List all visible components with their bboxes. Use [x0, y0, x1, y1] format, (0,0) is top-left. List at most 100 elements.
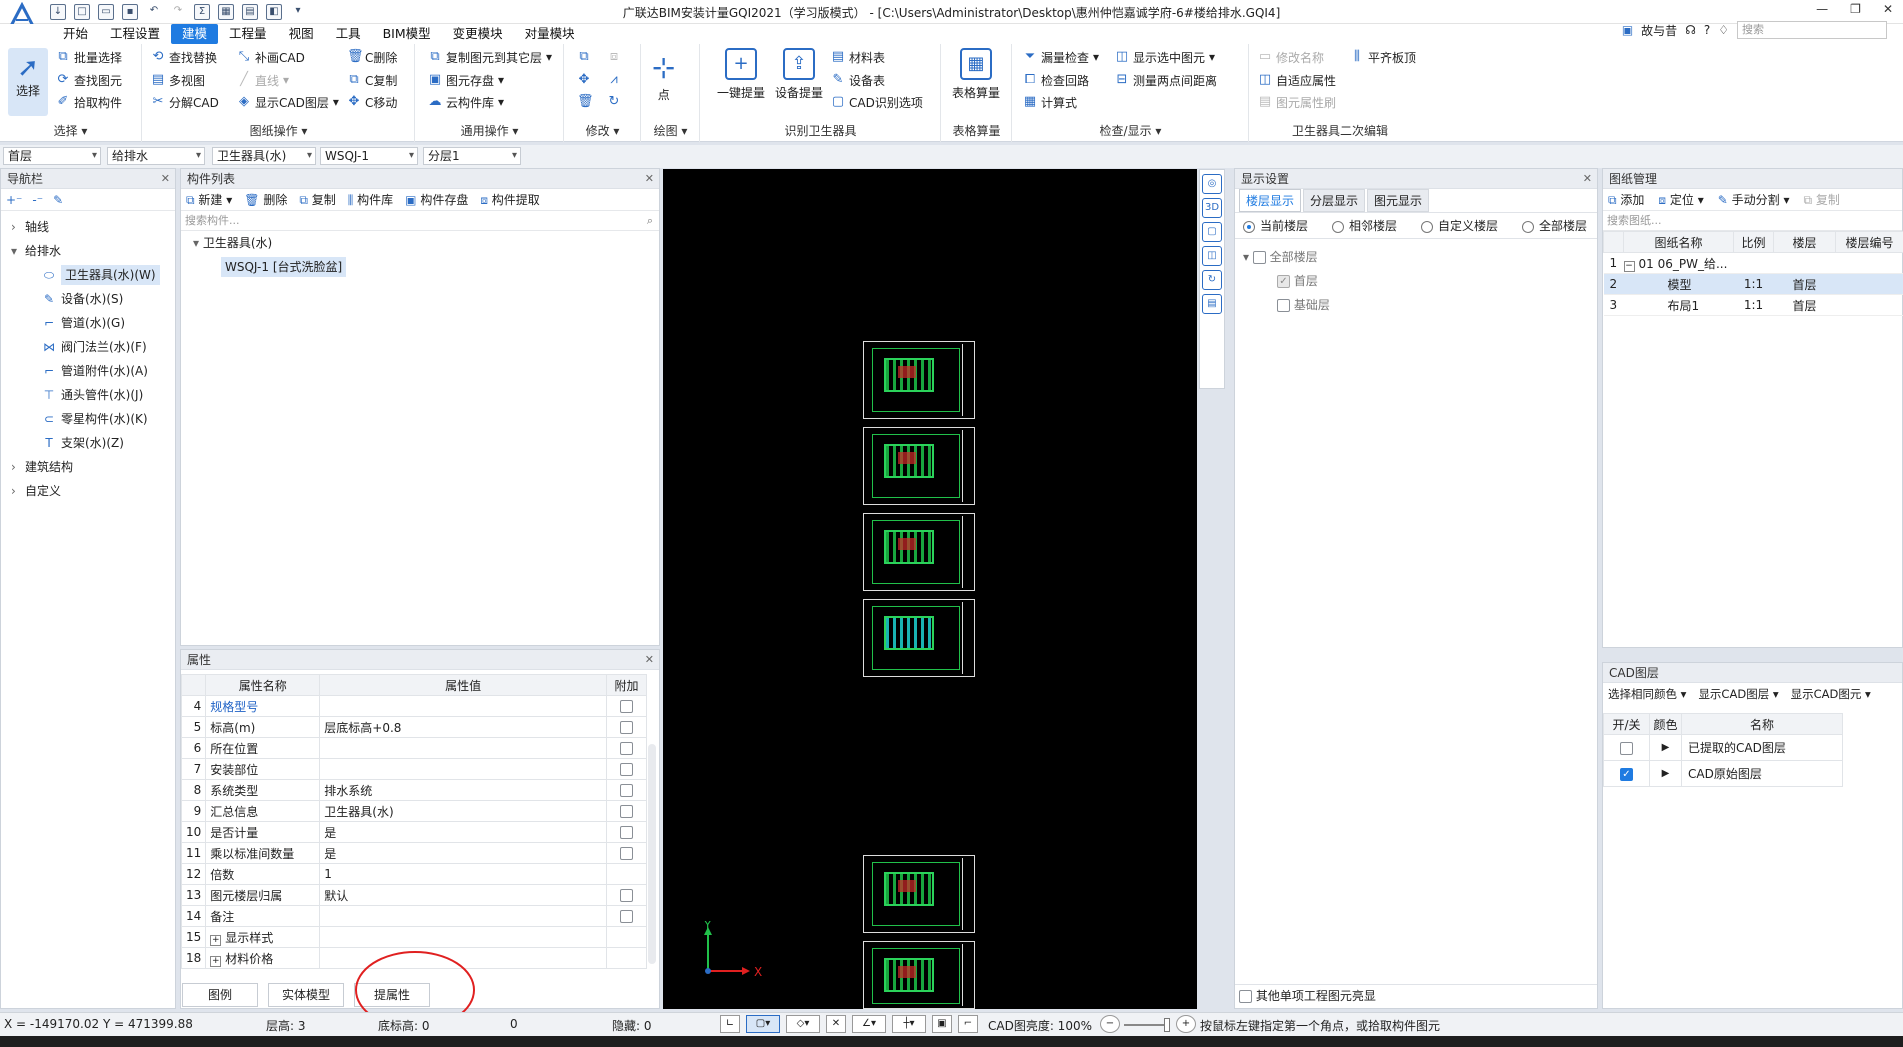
legend-tab[interactable]: 图例 — [182, 983, 258, 1007]
cross-icon[interactable]: ✕ — [826, 1015, 846, 1033]
drawing-sheet[interactable] — [863, 341, 975, 419]
batch-select-button[interactable]: ⧉ 批量选择 — [56, 47, 122, 67]
property-row[interactable]: 13 图元楼层归属 默认 — [180, 884, 647, 906]
3d-view-icon[interactable]: 3D — [1202, 198, 1222, 218]
polar-icon[interactable]: ⌐ — [958, 1015, 978, 1033]
global-search-input[interactable]: 搜索 — [1737, 21, 1887, 39]
cube-view-icon[interactable]: ◫ — [1202, 246, 1222, 266]
layer-toggle-cell[interactable] — [1603, 734, 1650, 761]
select-same-color-button[interactable]: 选择相同颜色 ▾ — [1608, 686, 1686, 702]
property-value[interactable]: 排水系统 — [319, 779, 607, 801]
drawing-search-input[interactable]: 搜索图纸... — [1603, 211, 1902, 231]
drawing-sheet[interactable] — [863, 855, 975, 933]
attach-cell[interactable] — [606, 758, 647, 780]
nav-item[interactable]: › 建筑结构 — [1, 455, 175, 479]
property-value[interactable]: 是 — [319, 842, 607, 864]
table-calc-button[interactable]: ▦ 表格算量 — [952, 48, 1000, 101]
close-icon[interactable]: ✕ — [645, 169, 654, 189]
table-icon[interactable]: ▦ — [218, 4, 234, 20]
attach-cell[interactable] — [606, 737, 647, 759]
rename-button[interactable]: ▭ 修改名称 — [1258, 47, 1324, 67]
qat-more-icon[interactable]: ▾ — [290, 4, 306, 20]
nav-item[interactable]: T 支架(水)(Z) — [1, 431, 175, 455]
nav-item[interactable]: ✎ 设备(水)(S) — [1, 287, 175, 311]
expand-icon[interactable]: › — [11, 479, 25, 503]
copy-to-floor-button[interactable]: ⧉ 复制图元到其它层 ▾ — [428, 47, 552, 67]
collapse-icon[interactable]: − — [1623, 260, 1635, 272]
drawing-row[interactable]: 2 模型 1:1 首层 — [1603, 273, 1903, 295]
component-item[interactable]: WSQJ-1 [台式洗脸盆] — [181, 255, 659, 279]
drawing-row[interactable]: 3 布局1 1:1 首层 — [1603, 294, 1903, 316]
save-element-button[interactable]: ▣ 图元存盘 ▾ — [428, 70, 504, 90]
attach-cell[interactable] — [606, 800, 647, 822]
nav-item[interactable]: ⋈ 阀门法兰(水)(F) — [1, 335, 175, 359]
rotate-view-icon[interactable]: ↻ — [1202, 270, 1222, 290]
attach-checkbox[interactable] — [620, 784, 633, 797]
layer-color[interactable]: ▶ — [1649, 734, 1682, 761]
find-replace-button[interactable]: ⟲ 查找替换 — [151, 47, 217, 67]
new-file-icon[interactable]: □ — [74, 4, 90, 20]
menu-bim-model[interactable]: BIM模型 — [372, 24, 442, 44]
drawing-name[interactable]: 布局1 — [1623, 294, 1734, 316]
cad-layer-row[interactable]: ✓ ▶ CAD原始图层 — [1603, 760, 1843, 787]
all-floors-node[interactable]: ▾ 全部楼层 — [1243, 245, 1589, 269]
nav-item[interactable]: › 自定义 — [1, 479, 175, 503]
property-row[interactable]: 4 规格型号 — [180, 695, 647, 717]
component-library-button[interactable]: ⫼ 构件库 — [348, 191, 393, 208]
attach-cell[interactable] — [606, 842, 647, 864]
select-box-icon[interactable]: ▢▾ — [746, 1015, 780, 1033]
layer-select[interactable]: 分层1 — [423, 147, 521, 165]
undo-icon[interactable]: ↶ — [146, 4, 162, 20]
component-search-input[interactable]: 搜索构件... ⌕ — [181, 211, 659, 231]
nav-item[interactable]: ⬭ 卫生器具(水)(W) — [1, 263, 175, 287]
layer-color[interactable]: ▶ — [1649, 760, 1682, 787]
menu-modeling[interactable]: 建模 — [171, 24, 219, 44]
help-icon[interactable]: ? — [1704, 23, 1710, 37]
manual-split-button[interactable]: ✎ 手动分割 ▾ — [1718, 191, 1790, 208]
modify-copy-button[interactable]: ⧉ — [577, 47, 591, 67]
copy-drawing-button[interactable]: ⧉ 复制 — [1804, 191, 1840, 208]
menu-project-settings[interactable]: 工程设置 — [99, 24, 171, 44]
copy-component-button[interactable]: ⧉ 复制 — [299, 191, 335, 208]
attach-checkbox[interactable] — [620, 847, 633, 860]
property-row[interactable]: 7 安装部位 — [180, 758, 647, 780]
nav-item[interactable]: ⌐ 管道(水)(G) — [1, 311, 175, 335]
nav-item[interactable]: ⊤ 通头管件(水)(J) — [1, 383, 175, 407]
layer-toggle-cell[interactable]: ✓ — [1603, 760, 1650, 787]
device-extract-button[interactable]: ⇪ 设备提量 — [775, 48, 823, 101]
close-icon[interactable]: ✕ — [1583, 169, 1592, 189]
new-component-button[interactable]: ⧉ 新建 ▾ — [186, 191, 232, 208]
floor-select[interactable]: 首层 — [3, 147, 101, 165]
redo-icon[interactable]: ↷ — [170, 4, 186, 20]
menu-compare-module[interactable]: 对量模块 — [514, 24, 586, 44]
delete-component-button[interactable]: 🗑 删除 — [244, 191, 287, 208]
drawing-name[interactable]: 模型 — [1623, 273, 1734, 295]
solid-model-tab[interactable]: 实体模型 — [268, 983, 344, 1007]
show-selected-button[interactable]: ◫ 显示选中图元 ▾ — [1115, 47, 1215, 67]
custom-floor-radio[interactable]: 自定义楼层 — [1421, 217, 1498, 234]
property-row[interactable]: 10 是否计量是 — [180, 821, 647, 843]
all-floor-radio[interactable]: 全部楼层 — [1522, 217, 1587, 234]
property-row[interactable]: 6 所在位置 — [180, 737, 647, 759]
layout-icon[interactable]: ◧ — [266, 4, 282, 20]
drawing-sheet[interactable] — [863, 599, 975, 677]
current-floor-radio[interactable]: 当前楼层 — [1243, 217, 1308, 234]
view-settings-icon[interactable]: ▤ — [1202, 294, 1222, 314]
cloud-library-button[interactable]: ☁ 云构件库 ▾ — [428, 92, 505, 112]
locate-drawing-button[interactable]: ⧈ 定位 ▾ — [1658, 191, 1703, 208]
component-save-button[interactable]: ▣ 构件存盘 — [405, 191, 468, 208]
multi-view-button[interactable]: ▤ 多视图 — [151, 70, 205, 90]
component-extract-button[interactable]: ⧈ 构件提取 — [480, 191, 539, 208]
attach-checkbox[interactable] — [620, 826, 633, 839]
attach-cell[interactable] — [606, 884, 647, 906]
leak-check-button[interactable]: ⏷ 漏量检查 ▾ — [1023, 47, 1099, 67]
formula-button[interactable]: ▦ 计算式 — [1023, 92, 1077, 112]
property-brush-button[interactable]: ▤ 图元属性刷 — [1258, 92, 1336, 112]
property-row[interactable]: 8 系统类型 排水系统 — [180, 779, 647, 801]
collapse-icon[interactable]: ▾ — [11, 239, 25, 263]
property-value[interactable]: 1 — [319, 863, 607, 885]
attach-cell[interactable] — [606, 695, 647, 717]
cad-layer-row[interactable]: ▶ 已提取的CAD图层 — [1603, 734, 1843, 761]
property-value[interactable] — [319, 905, 607, 927]
show-cad-element-dropdown[interactable]: 显示CAD图元 ▾ — [1791, 686, 1871, 702]
